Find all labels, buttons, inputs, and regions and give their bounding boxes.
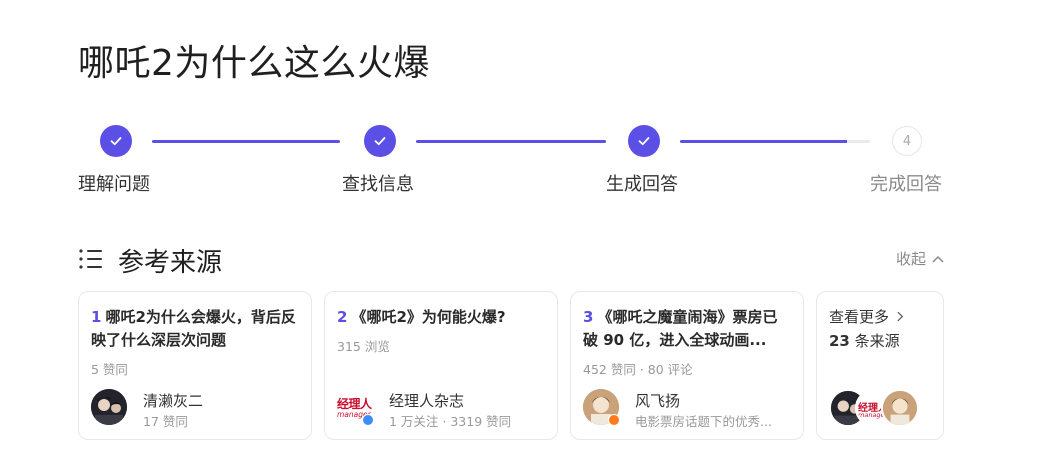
source-author[interactable]: 经理人 manager 经理人杂志 1 万关注 · 3319 赞同 — [337, 389, 545, 429]
source-meta: 452 赞同 · 80 评论 — [583, 362, 693, 377]
author-name: 经理人杂志 — [389, 392, 465, 410]
badge-icon — [608, 414, 620, 426]
author-name: 风飞扬 — [635, 392, 681, 410]
source-card[interactable]: 2 《哪吒2》为何能火爆? 315 浏览 经理人 manager 经理人杂志 1 … — [324, 291, 558, 440]
step-label: 完成回答 — [870, 174, 942, 195]
source-title[interactable]: 2 《哪吒2》为何能火爆? — [337, 306, 545, 330]
page-title: 哪吒2为什么这么火爆 — [78, 43, 430, 84]
source-meta: 315 浏览 — [337, 339, 390, 354]
verified-icon — [362, 414, 374, 426]
source-meta: 5 赞同 — [91, 362, 128, 377]
avatar-stack: 经理人 manager — [829, 389, 929, 427]
author-stats: 电影票房话题下的优秀... — [635, 414, 772, 429]
chevron-up-icon — [932, 255, 944, 263]
source-number: 1 — [91, 308, 102, 326]
avatar — [881, 389, 919, 427]
source-title[interactable]: 3 《哪吒之魔童闹海》票房已破 90 亿，进入全球动画... — [583, 306, 791, 352]
more-label: 查看更多 — [829, 308, 890, 326]
step-connector — [152, 140, 340, 143]
source-title-text: 哪吒2为什么会爆火，背后反映了什么深层次问题 — [91, 308, 296, 349]
source-title-text: 《哪吒2》为何能火爆? — [351, 308, 506, 326]
list-icon — [79, 249, 102, 269]
chevron-right-icon — [897, 311, 903, 322]
collapse-button[interactable]: 收起 — [896, 248, 944, 269]
sources-title: 参考来源 — [118, 248, 223, 278]
source-count-suffix: 条来源 — [854, 332, 900, 350]
check-icon — [364, 125, 396, 157]
step-label: 查找信息 — [342, 174, 414, 195]
author-stats: 1 万关注 · 3319 赞同 — [389, 414, 512, 429]
source-author[interactable]: 清濑灰二 17 赞同 — [91, 389, 299, 429]
source-title-text: 《哪吒之魔童闹海》票房已破 90 亿，进入全球动画... — [583, 308, 778, 349]
source-number: 3 — [583, 308, 594, 326]
step-label: 理解问题 — [78, 174, 150, 195]
step-connector — [680, 140, 870, 143]
avatar — [91, 389, 127, 425]
collapse-label: 收起 — [895, 250, 926, 268]
source-card[interactable]: 3 《哪吒之魔童闹海》票房已破 90 亿，进入全球动画... 452 赞同 · 8… — [570, 291, 804, 440]
check-icon — [100, 125, 132, 157]
progress-steps: 理解问题 查找信息 生成回答 4 完成回答 — [78, 125, 944, 195]
author-name: 清濑灰二 — [143, 392, 204, 410]
step-connector — [416, 140, 606, 143]
author-stats: 17 赞同 — [143, 414, 188, 429]
source-card[interactable]: 1 哪吒2为什么会爆火，背后反映了什么深层次问题 5 赞同 清濑灰二 17 赞同 — [78, 291, 312, 440]
step-label: 生成回答 — [606, 174, 678, 195]
source-title[interactable]: 1 哪吒2为什么会爆火，背后反映了什么深层次问题 — [91, 306, 299, 352]
source-number: 2 — [337, 308, 348, 326]
more-count: 23 条来源 — [829, 330, 900, 351]
step-number: 4 — [892, 126, 922, 156]
sources-header: 参考来源 收起 — [78, 242, 944, 278]
check-icon — [628, 125, 660, 157]
source-count: 23 — [829, 332, 850, 350]
more-sources-card[interactable]: 查看更多 23 条来源 经理人 manager — [816, 291, 944, 440]
more-sources-link[interactable]: 查看更多 — [829, 306, 904, 327]
source-author[interactable]: 风飞扬 电影票房话题下的优秀... — [583, 389, 791, 429]
